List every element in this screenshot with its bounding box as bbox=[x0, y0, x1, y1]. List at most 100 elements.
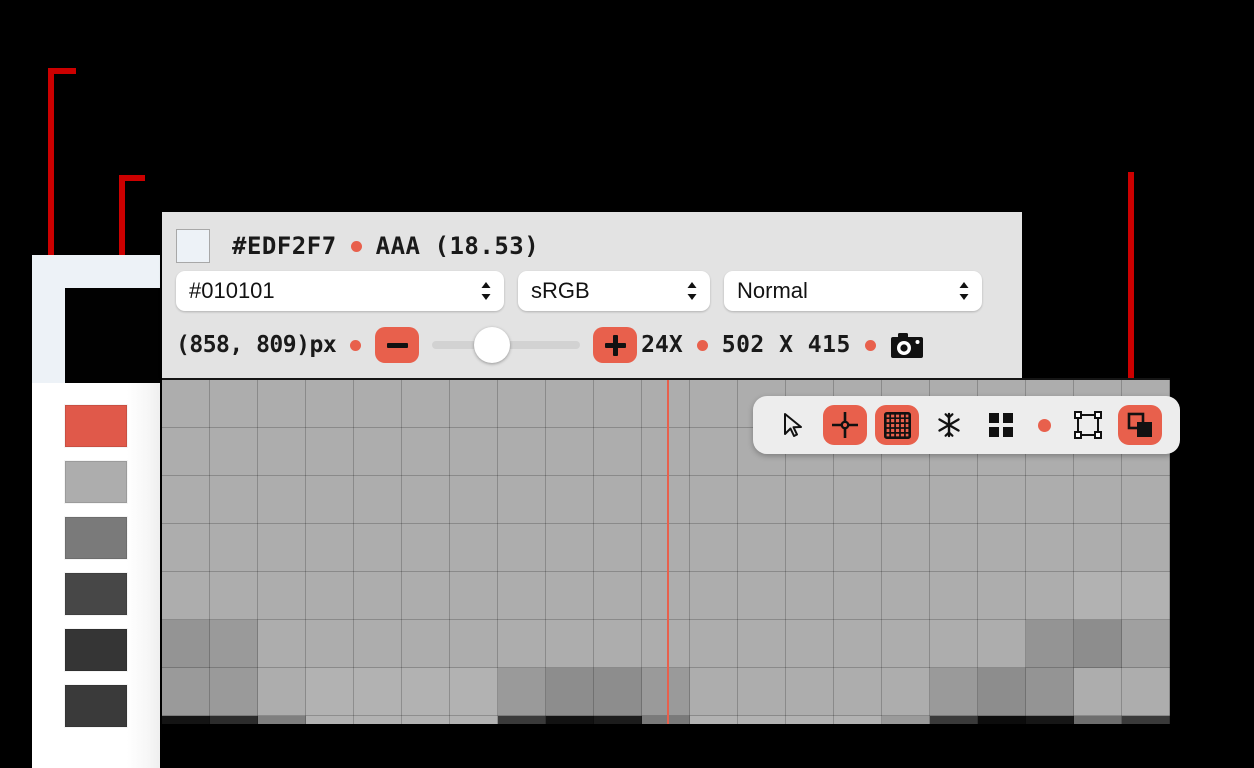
pixel-cell[interactable] bbox=[210, 428, 258, 476]
pixel-cell[interactable] bbox=[354, 620, 402, 668]
pixel-cell[interactable] bbox=[594, 572, 642, 620]
pixel-cell[interactable] bbox=[930, 476, 978, 524]
active-color-swatch[interactable] bbox=[65, 288, 160, 383]
pixel-cell[interactable] bbox=[882, 524, 930, 572]
pixel-cell[interactable] bbox=[834, 524, 882, 572]
pixel-cell[interactable] bbox=[594, 428, 642, 476]
pixel-cell[interactable] bbox=[642, 668, 690, 716]
list-item[interactable] bbox=[32, 454, 160, 510]
pixel-cell[interactable] bbox=[1074, 668, 1122, 716]
pixel-cell[interactable] bbox=[834, 668, 882, 716]
color-preview-swatch[interactable] bbox=[176, 229, 210, 263]
pixel-cell[interactable] bbox=[402, 668, 450, 716]
pixel-cell[interactable] bbox=[162, 668, 210, 716]
pixel-cell[interactable] bbox=[402, 524, 450, 572]
pixel-cell[interactable] bbox=[594, 380, 642, 428]
pixel-cell[interactable] bbox=[498, 428, 546, 476]
pixel-cell[interactable] bbox=[978, 524, 1026, 572]
pixel-cell[interactable] bbox=[546, 428, 594, 476]
pixel-cell[interactable] bbox=[402, 476, 450, 524]
quad-tool[interactable] bbox=[979, 405, 1023, 445]
pixel-cell[interactable] bbox=[978, 620, 1026, 668]
pixel-cell[interactable] bbox=[162, 476, 210, 524]
pixel-cell[interactable] bbox=[1074, 620, 1122, 668]
layers-tool[interactable] bbox=[1118, 405, 1162, 445]
pixel-cell[interactable] bbox=[450, 380, 498, 428]
pixel-cell[interactable] bbox=[786, 572, 834, 620]
pixel-cell[interactable] bbox=[1026, 476, 1074, 524]
pixel-cell[interactable] bbox=[450, 668, 498, 716]
pixel-cell[interactable] bbox=[738, 476, 786, 524]
pixel-cell[interactable] bbox=[930, 524, 978, 572]
pixel-cell[interactable] bbox=[258, 476, 306, 524]
pixel-cell[interactable] bbox=[1026, 620, 1074, 668]
pixel-cell[interactable] bbox=[642, 380, 690, 428]
pixel-cell[interactable] bbox=[738, 620, 786, 668]
pixel-cell[interactable] bbox=[1026, 524, 1074, 572]
pixel-cell[interactable] bbox=[690, 668, 738, 716]
pixel-cell[interactable] bbox=[930, 620, 978, 668]
pixel-cell[interactable] bbox=[306, 380, 354, 428]
pixel-cell[interactable] bbox=[546, 572, 594, 620]
pixel-cell[interactable] bbox=[882, 668, 930, 716]
pixel-cell[interactable] bbox=[498, 572, 546, 620]
pixel-cell[interactable] bbox=[690, 572, 738, 620]
pixel-cell[interactable] bbox=[306, 668, 354, 716]
crop-tool[interactable] bbox=[1066, 405, 1110, 445]
pixel-cell[interactable] bbox=[306, 476, 354, 524]
pixel-cell[interactable] bbox=[498, 668, 546, 716]
pixel-cell[interactable] bbox=[402, 620, 450, 668]
pixel-cell[interactable] bbox=[690, 428, 738, 476]
pixel-cell[interactable] bbox=[690, 380, 738, 428]
pixel-cell[interactable] bbox=[930, 572, 978, 620]
pixel-cell[interactable] bbox=[450, 476, 498, 524]
swatch-dark-gray[interactable] bbox=[65, 573, 127, 615]
cursor-tool[interactable] bbox=[771, 405, 815, 445]
pixel-cell[interactable] bbox=[546, 380, 594, 428]
pixel-cell[interactable] bbox=[738, 524, 786, 572]
pixel-cell[interactable] bbox=[642, 476, 690, 524]
pixel-cell[interactable] bbox=[1026, 572, 1074, 620]
pixel-cell[interactable] bbox=[210, 380, 258, 428]
pixel-cell[interactable] bbox=[498, 476, 546, 524]
pixel-cell[interactable] bbox=[642, 620, 690, 668]
pixel-cell[interactable] bbox=[786, 476, 834, 524]
pixel-cell[interactable] bbox=[882, 620, 930, 668]
pixel-cell[interactable] bbox=[546, 620, 594, 668]
pixel-cell[interactable] bbox=[402, 428, 450, 476]
swatch-darker-gray[interactable] bbox=[65, 629, 127, 671]
pixel-cell[interactable] bbox=[738, 572, 786, 620]
grid-tool[interactable] bbox=[875, 405, 919, 445]
camera-icon[interactable] bbox=[890, 330, 924, 360]
pixel-cell[interactable] bbox=[642, 524, 690, 572]
pixel-cell[interactable] bbox=[882, 572, 930, 620]
pixel-cell[interactable] bbox=[162, 380, 210, 428]
pixel-cell[interactable] bbox=[258, 572, 306, 620]
pixel-cell[interactable] bbox=[1074, 524, 1122, 572]
pixel-cell[interactable] bbox=[594, 668, 642, 716]
color-space-select[interactable]: sRGB bbox=[518, 271, 710, 311]
pixel-cell[interactable] bbox=[162, 524, 210, 572]
swatch-coral[interactable] bbox=[65, 405, 127, 447]
pixel-cell[interactable] bbox=[450, 572, 498, 620]
pixel-cell[interactable] bbox=[1026, 668, 1074, 716]
pixel-cell[interactable] bbox=[306, 428, 354, 476]
pixel-cell[interactable] bbox=[498, 380, 546, 428]
pixel-cell[interactable] bbox=[402, 380, 450, 428]
pixel-cell[interactable] bbox=[834, 572, 882, 620]
pixel-cell[interactable] bbox=[210, 524, 258, 572]
pixel-cell[interactable] bbox=[594, 620, 642, 668]
pixel-cell[interactable] bbox=[834, 476, 882, 524]
zoom-in-button[interactable] bbox=[593, 327, 638, 363]
list-item[interactable] bbox=[32, 566, 160, 622]
list-item[interactable] bbox=[32, 510, 160, 566]
pixel-cell[interactable] bbox=[594, 524, 642, 572]
zoom-slider[interactable] bbox=[432, 327, 581, 363]
pixel-cell[interactable] bbox=[978, 572, 1026, 620]
pixel-cell[interactable] bbox=[786, 524, 834, 572]
pixel-cell[interactable] bbox=[306, 524, 354, 572]
crosshair-tool[interactable] bbox=[823, 405, 867, 445]
pixel-cell[interactable] bbox=[690, 476, 738, 524]
pixel-cell[interactable] bbox=[258, 620, 306, 668]
pixel-cell[interactable] bbox=[402, 572, 450, 620]
